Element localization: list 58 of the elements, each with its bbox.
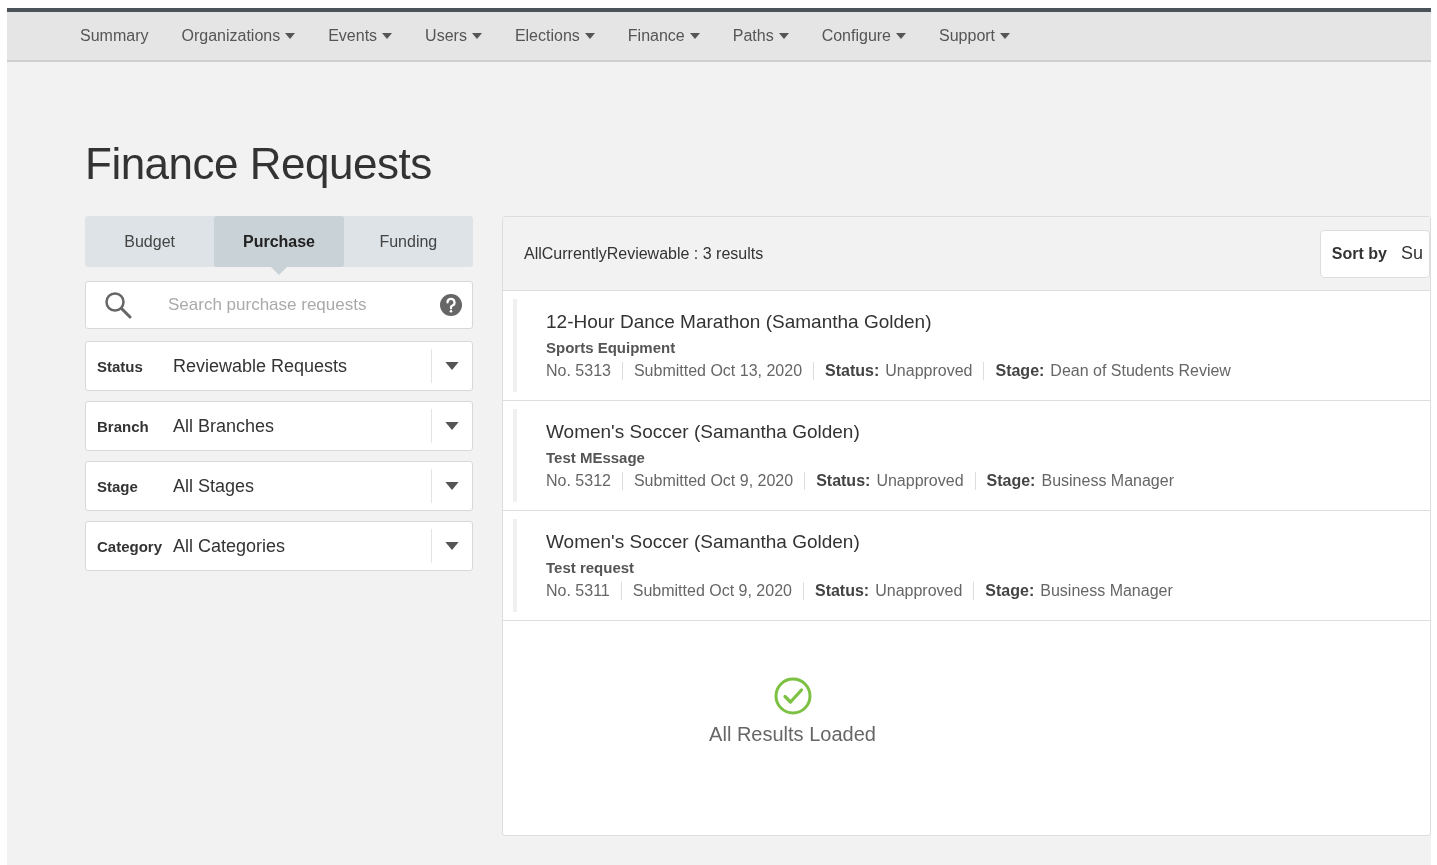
help-icon[interactable]	[440, 294, 462, 316]
request-number: No. 5312	[546, 472, 612, 490]
nav-link[interactable]: Users	[425, 27, 498, 45]
search-icon	[104, 291, 132, 319]
results-count: AllCurrentlyReviewable : 3 results	[524, 244, 764, 263]
status-text: Status: Unapproved	[802, 582, 974, 600]
caret-icon	[689, 33, 700, 39]
nav-link[interactable]: Paths	[732, 27, 805, 45]
tab[interactable]: Budget	[85, 216, 215, 267]
tab[interactable]: Funding	[343, 216, 473, 267]
filter-select[interactable]: Status Reviewable Requests	[85, 341, 473, 391]
request-category: Sports Equipment	[546, 339, 677, 356]
page-title: Finance Requests	[85, 140, 433, 188]
check-circle-icon	[773, 677, 812, 715]
search-field[interactable]: Search purchase requests	[85, 281, 473, 329]
caret-icon	[584, 33, 595, 39]
caret-icon	[1000, 33, 1011, 39]
caret-icon	[778, 33, 789, 39]
status-text: Status: Unapproved	[804, 472, 975, 490]
filter-select[interactable]: Stage All Stages	[85, 461, 473, 511]
nav-link[interactable]: Events	[328, 27, 409, 45]
request-number: No. 5313	[546, 362, 612, 380]
request-card[interactable]: 12-Hour Dance Marathon (Samantha Golden) Sports Equipment No. 5313 Submitted Oct 13, 2020 Status: Unapproved Stage: Dean of Students Review	[513, 299, 1430, 392]
submitted-date: Submitted Oct 9, 2020	[621, 472, 805, 490]
stage-text: Stage: Business Manager	[973, 582, 1184, 600]
sort-select[interactable]: Sort by Su	[1319, 229, 1430, 278]
nav-link[interactable]: Finance	[627, 27, 716, 45]
request-number: No. 5311	[546, 582, 611, 600]
stage-text: Stage: Dean of Students Review	[983, 362, 1242, 380]
nav-link[interactable]: Summary	[80, 27, 165, 45]
filter-select[interactable]: Category All Categories	[85, 521, 473, 571]
nav-link[interactable]: Configure	[821, 27, 922, 45]
nav-link[interactable]: Organizations	[181, 27, 312, 45]
caret-icon	[471, 33, 482, 39]
caret-icon	[382, 33, 393, 39]
nav-link[interactable]: Support	[939, 27, 1027, 45]
nav-link[interactable]: Elections	[514, 27, 611, 45]
submitted-date: Submitted Oct 13, 2020	[621, 362, 814, 380]
search-input[interactable]: Search purchase requests	[166, 294, 440, 316]
caret-icon	[445, 422, 459, 430]
status-text: Status: Unapproved	[813, 362, 984, 380]
request-title: Women's Soccer (Samantha Golden)	[546, 421, 861, 443]
request-card[interactable]: Women's Soccer (Samantha Golden) Test request No. 5311 Submitted Oct 9, 2020 Status: Unapproved Stage: Business Manager	[513, 519, 1430, 612]
caret-icon	[896, 33, 906, 39]
submitted-date: Submitted Oct 9, 2020	[620, 582, 803, 600]
request-category: Test request	[546, 559, 636, 576]
request-card[interactable]: Women's Soccer (Samantha Golden) Test MEssage No. 5312 Submitted Oct 9, 2020 Status: Unapproved Stage: Business Manager	[513, 409, 1430, 502]
filter-select[interactable]: Branch All Branches	[85, 401, 473, 451]
tab[interactable]: Purchase	[214, 216, 344, 267]
all-loaded-message: All Results Loaded	[709, 723, 876, 746]
request-category: Test MEssage	[546, 449, 646, 466]
request-title: 12-Hour Dance Marathon (Samantha Golden)	[546, 311, 933, 333]
caret-icon	[445, 482, 459, 490]
stage-text: Stage: Business Manager	[974, 472, 1185, 490]
request-title: Women's Soccer (Samantha Golden)	[546, 531, 861, 553]
caret-icon	[445, 362, 459, 370]
caret-icon	[445, 542, 459, 550]
caret-icon	[285, 33, 296, 39]
